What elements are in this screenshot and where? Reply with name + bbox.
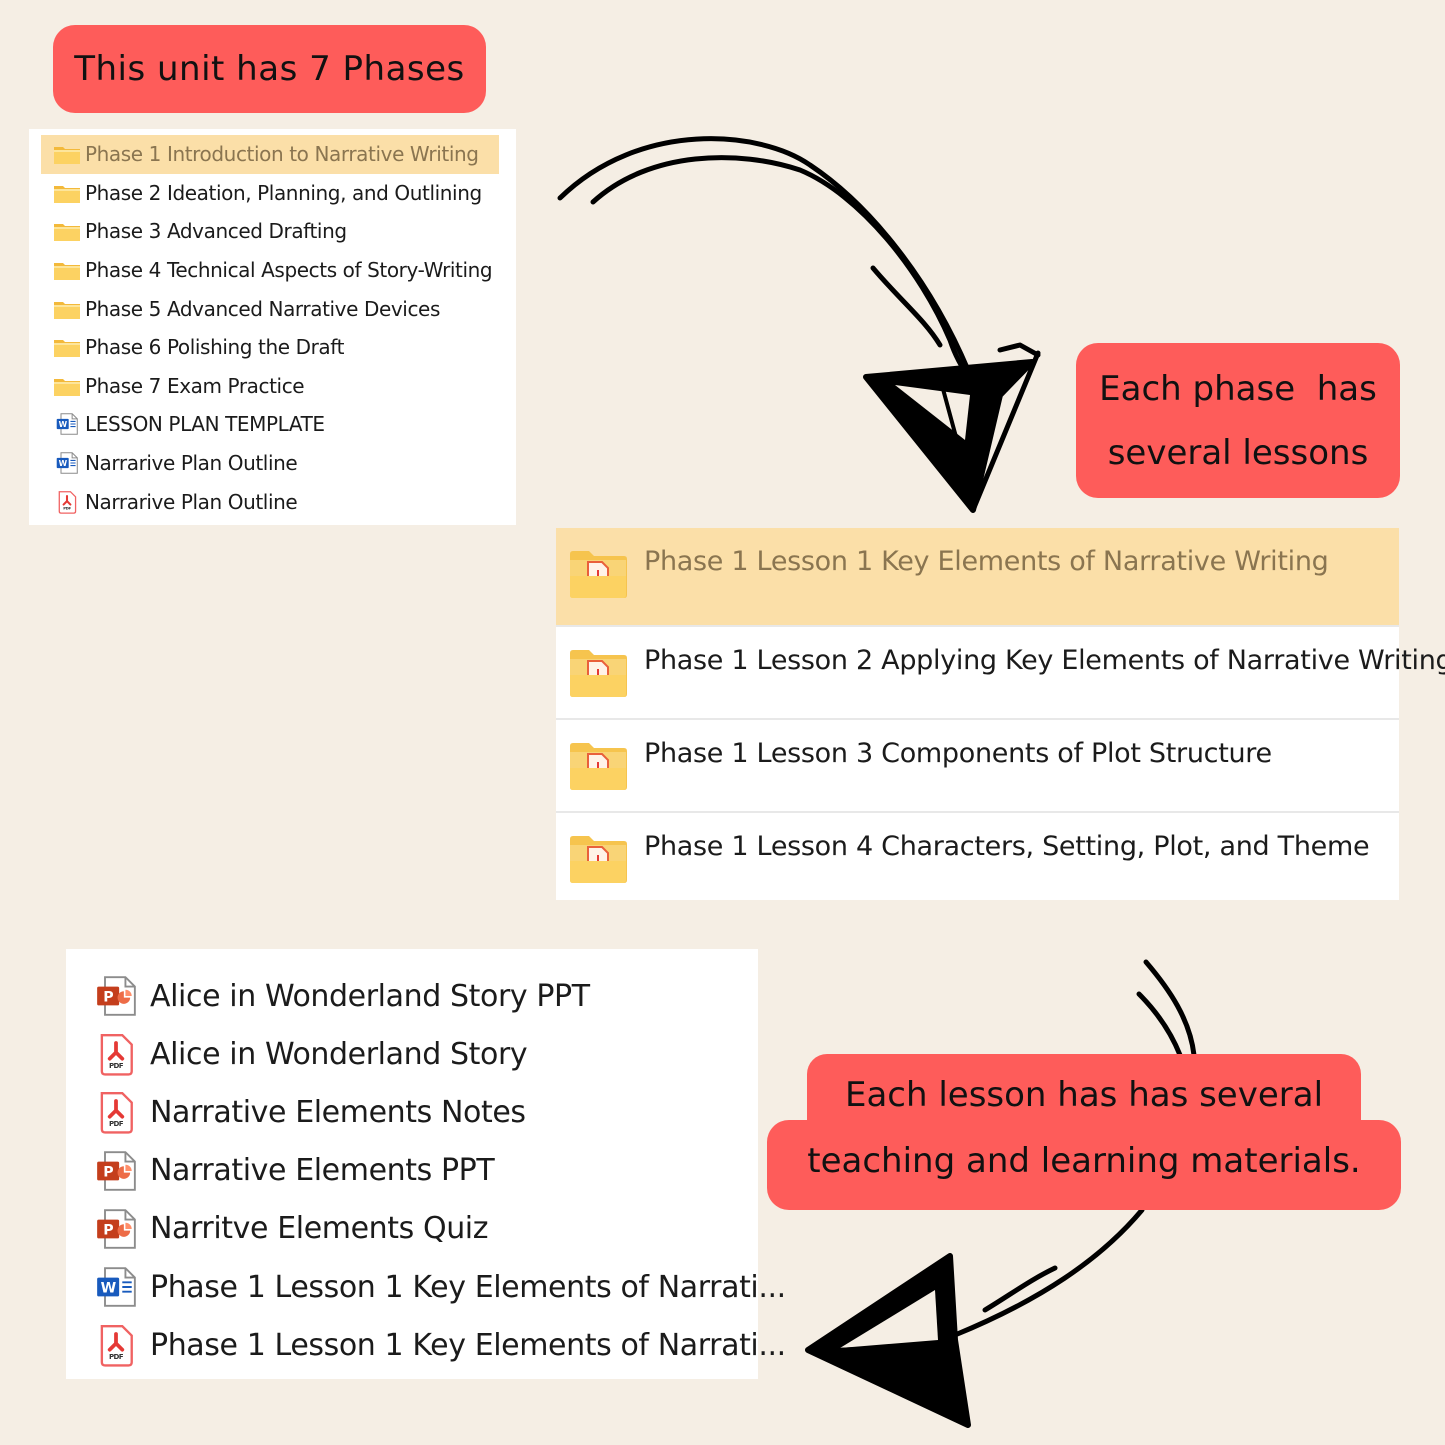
lesson-list-item[interactable]: Phase 1 Lesson 1 Key Elements of Narrati… [556,528,1399,627]
lesson-list-item[interactable]: Phase 1 Lesson 2 Applying Key Elements o… [556,627,1445,720]
word-doc-icon: W [94,1264,138,1310]
phase-list-item-label: Narrarive Plan Outline [85,489,298,514]
material-list-item-label: Alice in Wonderland Story [150,1036,528,1072]
phase-list-item[interactable]: W LESSON PLAN TEMPLATE [29,405,516,444]
material-list-item[interactable]: PDF Alice in Wonderland Story [66,1025,758,1083]
phase-list-item-label: Phase 7 Exam Practice [85,373,305,398]
pdf-icon: PDF [94,1089,138,1135]
phase-list-item-label: LESSON PLAN TEMPLATE [85,412,325,437]
phase-list-item[interactable]: Phase 4 Technical Aspects of Story-Writi… [29,251,516,290]
svg-text:P: P [103,1164,113,1180]
folder-icon [53,374,81,398]
phase-list-item[interactable]: Phase 7 Exam Practice [29,367,516,406]
folder-with-pdf-icon [568,647,628,699]
material-list-item[interactable]: P Narritve Elements Quiz [66,1200,758,1258]
svg-text:PDF: PDF [109,1352,124,1361]
pdf-icon: PDF [53,490,81,514]
svg-text:PDF: PDF [63,505,71,510]
phase-list-item[interactable]: W Narrarive Plan Outline [29,444,516,483]
phase-list-item[interactable]: Phase 5 Advanced Narrative Devices [29,289,516,328]
callout-lesson-materials-text: Each lesson has has several teaching and… [767,1062,1401,1194]
material-list-item[interactable]: P Narrative Elements PPT [66,1142,758,1200]
phase-list-item[interactable]: PDF Narrarive Plan Outline [29,482,516,521]
phase-list-item-label: Phase 4 Technical Aspects of Story-Writi… [85,258,493,283]
svg-text:W: W [59,420,68,429]
lessons-file-list: Phase 1 Lesson 1 Key Elements of Narrati… [556,528,1445,900]
folder-icon [53,181,81,205]
phase-list-item-label: Phase 1 Introduction to Narrative Writin… [85,142,479,167]
phase-list-item-label: Narrarive Plan Outline [85,451,298,476]
phase-list-item[interactable]: Phase 3 Advanced Drafting [29,212,516,251]
phase-list-item[interactable]: Phase 6 Polishing the Draft [29,328,516,367]
word-doc-icon: W [53,412,81,436]
phase-list-item[interactable]: Phase 2 Ideation, Planning, and Outlinin… [29,174,516,213]
lesson-list-item-label: Phase 1 Lesson 2 Applying Key Elements o… [644,645,1445,676]
lesson-list-item-label: Phase 1 Lesson 3 Components of Plot Stru… [644,738,1272,769]
callout-phase-lessons: Each phase has several lessons [1076,343,1400,498]
callout-unit-phases-text: This unit has 7 Phases [74,48,465,89]
folder-icon [53,142,81,166]
folder-icon [53,258,81,282]
material-list-item-label: Phase 1 Lesson 1 Key Elements of Narrati… [150,1327,786,1363]
material-list-item[interactable]: W Phase 1 Lesson 1 Key Elements of Narra… [66,1258,786,1316]
folder-icon [53,297,81,321]
callout-unit-phases: This unit has 7 Phases [53,25,486,113]
material-list-item-label: Narrative Elements Notes [150,1094,526,1130]
phase-list-item-label: Phase 3 Advanced Drafting [85,219,347,244]
materials-file-list: P Alice in Wonderland Story PPT PDF Alic… [66,949,786,1379]
lesson-list-item[interactable]: Phase 1 Lesson 4 Characters, Setting, Pl… [556,813,1399,906]
material-list-item[interactable]: P Alice in Wonderland Story PPT [66,967,758,1025]
material-list-item-label: Narrative Elements PPT [150,1153,495,1189]
powerpoint-icon: P [94,1206,138,1252]
svg-text:PDF: PDF [109,1120,124,1129]
folder-with-pdf-icon [568,833,628,885]
powerpoint-icon: P [94,1148,138,1194]
callout-lesson-materials-line1: Each lesson has has several [844,1075,1324,1115]
phase-list-item-label: Phase 2 Ideation, Planning, and Outlinin… [85,180,482,205]
material-list-item-label: Alice in Wonderland Story PPT [150,978,590,1014]
material-list-item[interactable]: PDF Narrative Elements Notes [66,1083,758,1141]
pdf-icon: PDF [94,1322,138,1368]
svg-text:W: W [101,1281,117,1297]
svg-text:P: P [103,990,113,1006]
material-list-item[interactable]: PDF Phase 1 Lesson 1 Key Elements of Nar… [66,1316,786,1374]
callout-phase-lessons-line1: Each phase has [1099,368,1377,409]
word-doc-icon: W [53,451,81,475]
callout-lesson-materials-line2: teaching and learning materials. [807,1141,1361,1181]
lesson-list-item[interactable]: Phase 1 Lesson 3 Components of Plot Stru… [556,720,1399,813]
lesson-list-item-label: Phase 1 Lesson 1 Key Elements of Narrati… [644,546,1329,577]
svg-text:PDF: PDF [109,1061,124,1070]
pdf-icon: PDF [94,1031,138,1077]
folder-with-pdf-icon [568,740,628,792]
material-list-item-label: Narritve Elements Quiz [150,1211,489,1247]
svg-text:P: P [103,1222,113,1238]
folder-with-pdf-icon [568,548,628,600]
powerpoint-icon: P [94,973,138,1019]
folder-icon [53,335,81,359]
phase-list-item-label: Phase 5 Advanced Narrative Devices [85,296,440,321]
lesson-list-item-label: Phase 1 Lesson 4 Characters, Setting, Pl… [644,831,1370,862]
svg-text:W: W [59,459,68,468]
phase-list-item-label: Phase 6 Polishing the Draft [85,335,345,360]
folder-icon [53,219,81,243]
phases-file-list: Phase 1 Introduction to Narrative Writin… [29,129,516,525]
callout-phase-lessons-line2: several lessons [1107,432,1369,473]
material-list-item-label: Phase 1 Lesson 1 Key Elements of Narrati… [150,1269,786,1305]
phase-list-item[interactable]: Phase 1 Introduction to Narrative Writin… [41,135,499,174]
